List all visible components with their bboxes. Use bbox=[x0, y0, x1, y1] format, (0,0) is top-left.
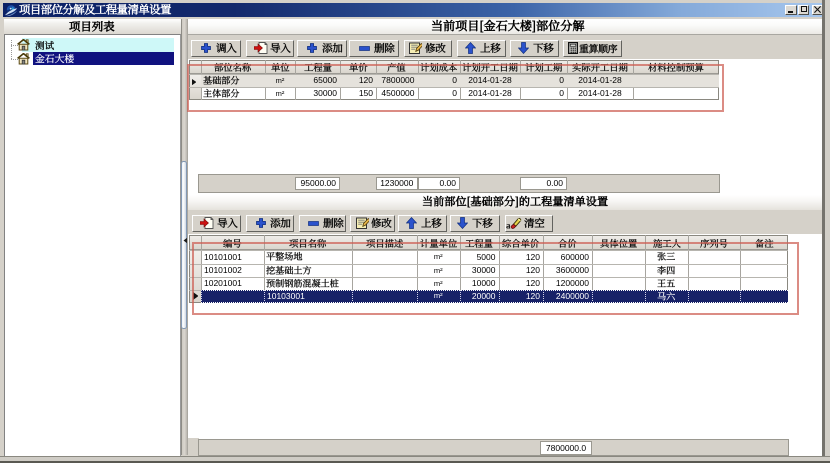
svg-text:a: a bbox=[506, 220, 511, 230]
